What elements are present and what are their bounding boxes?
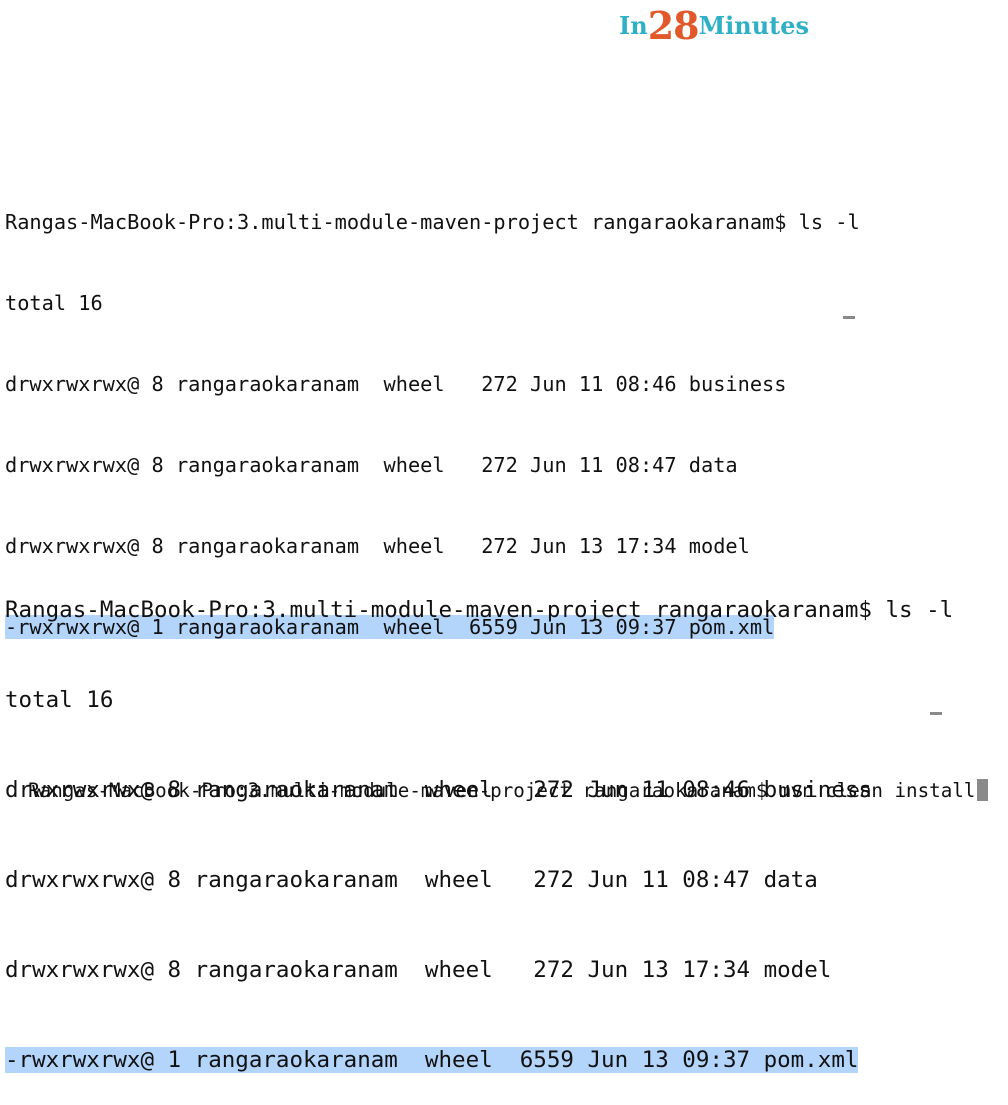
text-cursor-underscore <box>843 316 855 319</box>
file-row-data: drwxrwxrwx@ 8 rangaraokaranam wheel 272 … <box>5 453 738 477</box>
in28minutes-logo: In28Minutes <box>619 2 810 45</box>
file-row-data: drwxrwxrwx@ 8 rangaraokaranam wheel 272 … <box>5 867 818 893</box>
logo-prefix: In <box>619 11 648 40</box>
terminal-listing-bottom: Rangas-MacBook-Pro:3.multi-module-maven-… <box>5 535 953 1105</box>
file-row-pom-selected[interactable]: -rwxrwxrwx@ 1 rangaraokaranam wheel 6559… <box>5 1047 859 1073</box>
listing-total: total 16 <box>5 291 103 315</box>
listing-total: total 16 <box>5 687 114 713</box>
logo-number: 28 <box>647 3 700 48</box>
logo-suffix: Minutes <box>698 11 810 40</box>
terminal-command-line[interactable]: Rangas-MacBook-Pro:3.multi-module-maven-… <box>5 752 989 804</box>
text-cursor-underscore <box>930 712 942 715</box>
file-row-business: drwxrwxrwx@ 8 rangaraokaranam wheel 272 … <box>5 372 787 396</box>
terminal-prompt: Rangas-MacBook-Pro:3.multi-module-maven-… <box>5 210 860 234</box>
file-row-model: drwxrwxrwx@ 8 rangaraokaranam wheel 272 … <box>5 957 832 983</box>
block-cursor <box>977 779 989 801</box>
terminal-prompt: Rangas-MacBook-Pro:3.multi-module-maven-… <box>5 597 954 623</box>
command-text: Rangas-MacBook-Pro:3.multi-module-maven-… <box>28 779 976 802</box>
